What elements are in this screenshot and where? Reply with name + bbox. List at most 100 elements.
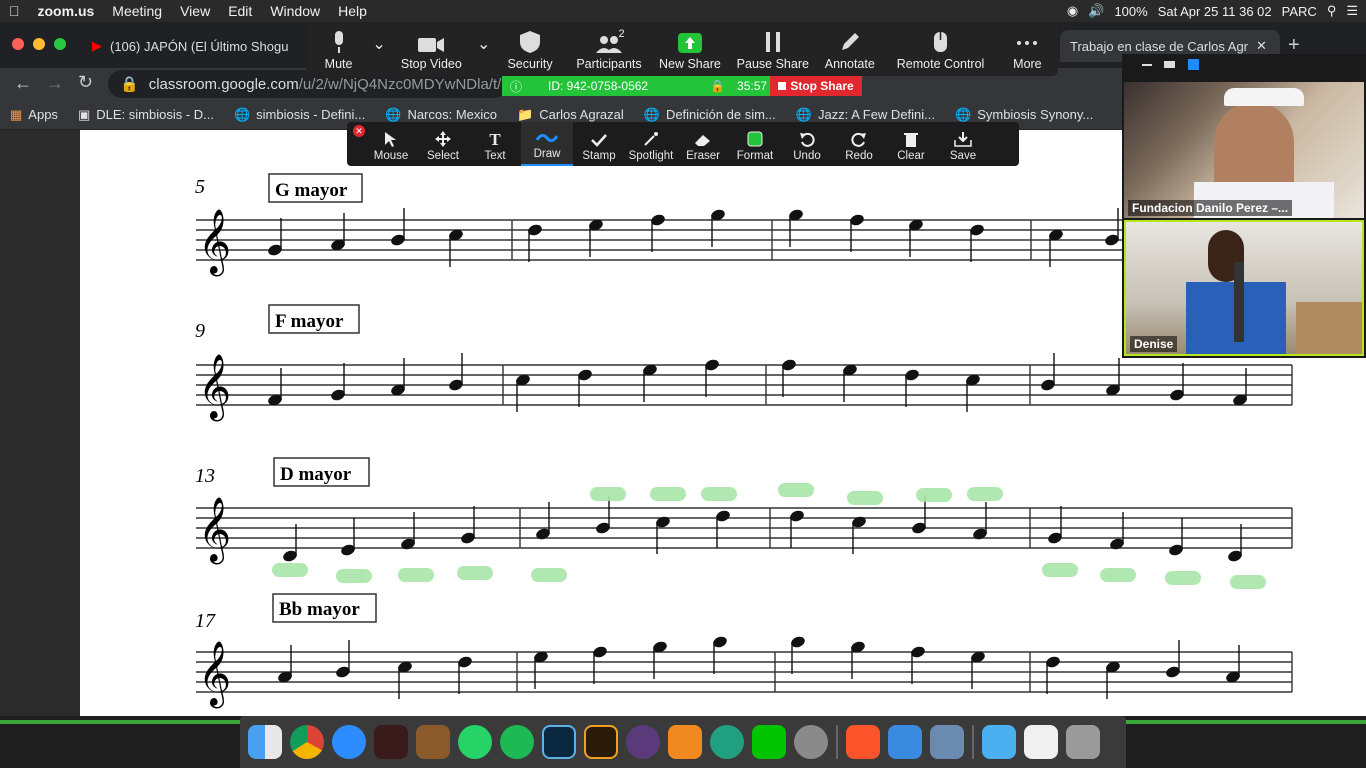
- tool-save[interactable]: Save: [937, 122, 989, 166]
- clock[interactable]: Sat Apr 25 11 36 02: [1158, 4, 1272, 19]
- tool-text[interactable]: T Text: [469, 122, 521, 166]
- tool-undo[interactable]: Undo: [781, 122, 833, 166]
- dock-divider: [972, 725, 974, 759]
- back-icon[interactable]: ←: [14, 73, 32, 94]
- guitar-app-icon[interactable]: [416, 725, 450, 759]
- menu-edit[interactable]: Edit: [219, 3, 261, 19]
- trash-icon[interactable]: [1066, 725, 1100, 759]
- minimize-window-button[interactable]: [33, 38, 45, 50]
- bookmark-label: Apps: [28, 107, 58, 122]
- more-button[interactable]: More: [997, 22, 1058, 76]
- menu-view[interactable]: View: [171, 3, 219, 19]
- menu-window[interactable]: Window: [261, 3, 329, 19]
- checkmark-icon: [591, 134, 607, 147]
- video-tile-host[interactable]: Fundacion Danilo Perez –...: [1124, 82, 1364, 218]
- single-view-icon[interactable]: [1164, 61, 1175, 68]
- close-tab-icon[interactable]: ✕: [1256, 38, 1267, 54]
- user-name[interactable]: PARC: [1282, 4, 1317, 19]
- maximize-window-button[interactable]: [54, 38, 66, 50]
- annotate-button[interactable]: Annotate: [815, 22, 884, 76]
- bookmark-folder[interactable]: 📁 Carlos Agrazal: [507, 107, 634, 123]
- applications-folder-icon[interactable]: [982, 725, 1016, 759]
- bookmark-item[interactable]: 🌐 Definición de sim...: [634, 107, 786, 123]
- volume-icon[interactable]: 🔊: [1088, 3, 1104, 19]
- card-game-icon[interactable]: [374, 725, 408, 759]
- saxophone-image: [1234, 262, 1244, 342]
- video-options-chevron-icon[interactable]: ⌄: [476, 22, 492, 76]
- text-t-icon: T: [489, 130, 501, 149]
- bookmark-item[interactable]: 🌐 Symbiosis Synony...: [945, 107, 1103, 123]
- menu-app-name[interactable]: zoom.us: [29, 3, 104, 19]
- tool-stamp[interactable]: Stamp: [573, 122, 625, 166]
- tool-draw[interactable]: Draw: [521, 122, 573, 166]
- apple-icon[interactable]: : [0, 3, 29, 19]
- music-notation-icon[interactable]: [626, 725, 660, 759]
- tool-eraser[interactable]: Eraser: [677, 122, 729, 166]
- security-button[interactable]: Security: [492, 22, 569, 76]
- video-tile-denise[interactable]: Denise: [1124, 220, 1364, 356]
- keynote-icon[interactable]: [888, 725, 922, 759]
- whatsapp-icon[interactable]: [458, 725, 492, 759]
- video-camera-icon: [418, 38, 445, 52]
- wifi-icon[interactable]: ◉: [1067, 3, 1078, 19]
- vpn-icon[interactable]: [710, 725, 744, 759]
- tool-select[interactable]: Select: [417, 122, 469, 166]
- bookmark-item[interactable]: 🌐 Narcos: Mexico: [375, 107, 507, 123]
- stop-video-button[interactable]: Stop Video: [387, 22, 476, 76]
- bookmark-item[interactable]: 🌐 Jazz: A Few Defini...: [786, 107, 945, 123]
- tool-clear[interactable]: Clear: [885, 122, 937, 166]
- audio-options-chevron-icon[interactable]: ⌄: [371, 22, 387, 76]
- close-window-button[interactable]: [12, 38, 24, 50]
- zoom-icon[interactable]: [332, 725, 366, 759]
- chrome-icon[interactable]: [290, 725, 324, 759]
- battery-percent[interactable]: 100%: [1114, 4, 1147, 19]
- redo-icon: [851, 132, 866, 147]
- shield-icon: [520, 31, 541, 53]
- green-highlight-mark: [916, 488, 952, 502]
- finder-icon[interactable]: [248, 725, 282, 759]
- green-highlight-mark: [847, 491, 883, 505]
- menu-help[interactable]: Help: [329, 3, 376, 19]
- vlc-icon[interactable]: [1024, 725, 1058, 759]
- meeting-id: ID: 942-0758-0562: [548, 79, 649, 93]
- cap-image: [1224, 88, 1304, 106]
- participants-button[interactable]: 2 Participants: [569, 22, 650, 76]
- video-panel: Fundacion Danilo Perez –... Denise: [1122, 54, 1366, 358]
- reload-icon[interactable]: ↻: [78, 72, 93, 93]
- bookmark-item[interactable]: ▣ DLE: simbiosis - D...: [68, 107, 224, 123]
- preview-icon[interactable]: [930, 725, 964, 759]
- lightroom-icon[interactable]: [542, 725, 576, 759]
- bridge-icon[interactable]: [584, 725, 618, 759]
- stop-share-button[interactable]: Stop Share: [770, 76, 862, 96]
- pause-icon: [765, 32, 780, 52]
- search-icon[interactable]: ⚲: [1327, 3, 1337, 19]
- line-icon[interactable]: [752, 725, 786, 759]
- menu-meeting[interactable]: Meeting: [103, 3, 171, 19]
- tool-spotlight[interactable]: Spotlight: [625, 122, 677, 166]
- encryption-lock-icon: 🔒: [710, 79, 726, 93]
- meeting-info-bar[interactable]: ⓘ ID: 942-0758-0562 🔒 35:57: [502, 76, 770, 96]
- tool-label: Eraser: [686, 150, 720, 162]
- mouse-icon: [933, 32, 947, 52]
- system-preferences-icon[interactable]: [794, 725, 828, 759]
- tool-redo[interactable]: Redo: [833, 122, 885, 166]
- garageband-icon[interactable]: [668, 725, 702, 759]
- gallery-view-icon[interactable]: [1188, 59, 1199, 70]
- tool-mouse[interactable]: Mouse: [365, 122, 417, 166]
- remote-control-button[interactable]: Remote Control: [884, 22, 997, 76]
- close-annotation-icon[interactable]: ✕: [353, 125, 365, 137]
- youtube-icon: ▶: [92, 38, 102, 53]
- stop-square-icon: [778, 82, 787, 90]
- tab-youtube[interactable]: ▶ (106) JAPÓN (El Último Shogu: [82, 30, 308, 62]
- mute-button[interactable]: Mute: [306, 22, 371, 76]
- brave-icon[interactable]: [846, 725, 880, 759]
- forward-icon[interactable]: →: [46, 73, 64, 94]
- bookmark-item[interactable]: 🌐 simbiosis - Defini...: [224, 107, 375, 123]
- pause-share-button[interactable]: Pause Share: [730, 22, 815, 76]
- new-share-button[interactable]: New Share: [649, 22, 730, 76]
- tool-format[interactable]: Format: [729, 122, 781, 166]
- control-center-icon[interactable]: ☰: [1346, 3, 1358, 19]
- minimize-video-icon[interactable]: [1142, 64, 1152, 66]
- bookmark-apps[interactable]: ▦ Apps: [0, 107, 68, 123]
- spotify-icon[interactable]: [500, 725, 534, 759]
